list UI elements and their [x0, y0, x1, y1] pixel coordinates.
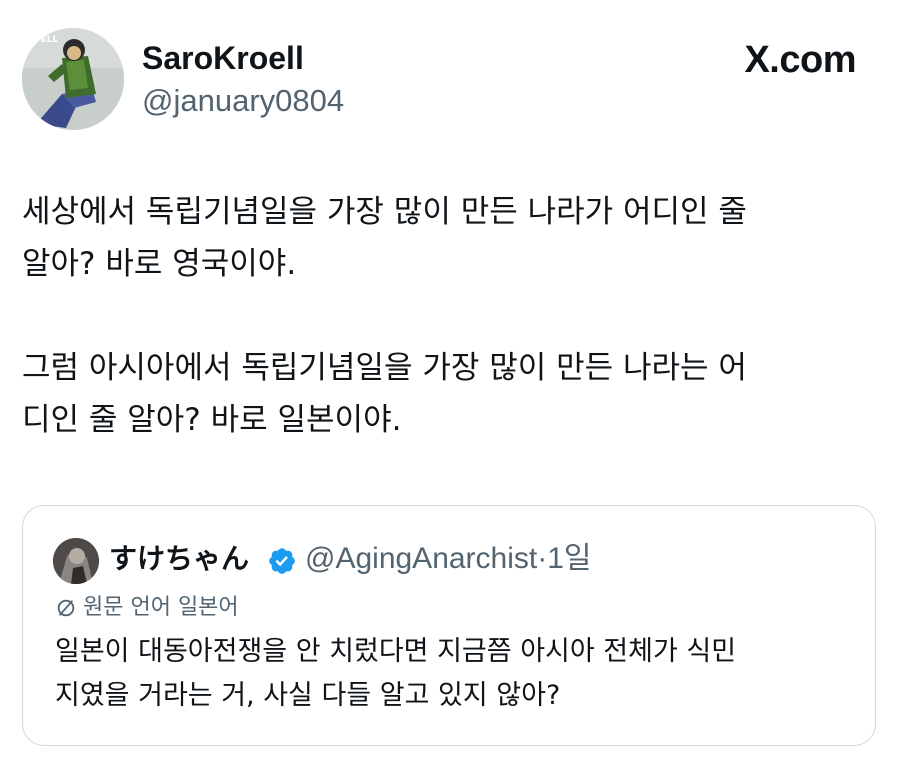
translation-label: 원문 언어 일본어 — [83, 595, 239, 620]
quoted-text: 일본이 대동아전쟁을 안 치렀다면 지금쯤 아시아 전체가 식민 지였을 거라는… — [55, 636, 737, 711]
quoted-tweet[interactable]: すけちゃん @AgingAnarchist·1일 원문 언어 일본어 일본이 대… — [22, 505, 876, 746]
quoted-handle[interactable]: @AgingAnarchist — [305, 542, 537, 575]
quoted-time[interactable]: 1일 — [547, 542, 591, 575]
quoted-meta: @AgingAnarchist·1일 — [305, 539, 592, 579]
svg-text:ROELL: ROELL — [26, 35, 58, 45]
translation-notice[interactable]: 원문 언어 일본어 — [55, 592, 239, 624]
author-handle[interactable]: @january0804 — [142, 82, 344, 120]
translate-icon — [57, 599, 75, 617]
verified-badge-icon — [269, 548, 295, 574]
tweet-text: 세상에서 독립기념일을 가장 많이 만든 나라가 어디인 줄 알아? 바로 영국… — [22, 186, 872, 446]
tweet-paragraph: 그럼 아시아에서 독립기념일을 가장 많이 만든 나라는 어 디인 줄 알아? … — [22, 350, 747, 438]
quoted-author-avatar[interactable] — [53, 538, 99, 584]
meta-separator: · — [537, 542, 548, 575]
quoted-display-name[interactable]: すけちゃん — [109, 539, 249, 579]
x-com-logo: X.com — [744, 39, 856, 81]
author-display-name[interactable]: SaroKroell — [142, 38, 304, 78]
avatar-illustration: ROELL — [22, 28, 124, 130]
tweet-card: ROELL SaroKroell @january0804 X.com 세상에서… — [0, 0, 900, 773]
author-avatar[interactable]: ROELL — [22, 28, 124, 130]
quoted-avatar-image — [53, 538, 99, 584]
tweet-paragraph: 세상에서 독립기념일을 가장 많이 만든 나라가 어디인 줄 알아? 바로 영국… — [22, 194, 747, 282]
